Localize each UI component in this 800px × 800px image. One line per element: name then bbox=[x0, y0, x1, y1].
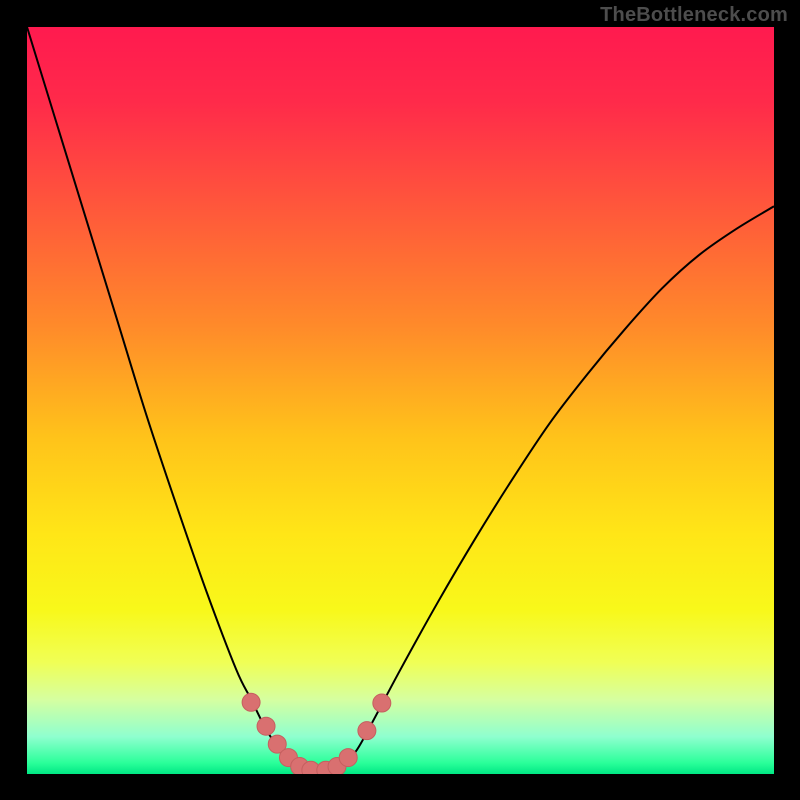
curve-marker bbox=[242, 693, 260, 711]
curve-marker bbox=[257, 717, 275, 735]
bottleneck-chart bbox=[27, 27, 774, 774]
watermark-text: TheBottleneck.com bbox=[600, 4, 788, 27]
curve-marker bbox=[373, 694, 391, 712]
plot-area bbox=[27, 27, 774, 774]
curve-marker bbox=[358, 722, 376, 740]
gradient-background bbox=[27, 27, 774, 774]
curve-marker bbox=[339, 749, 357, 767]
chart-stage: TheBottleneck.com bbox=[0, 0, 800, 800]
